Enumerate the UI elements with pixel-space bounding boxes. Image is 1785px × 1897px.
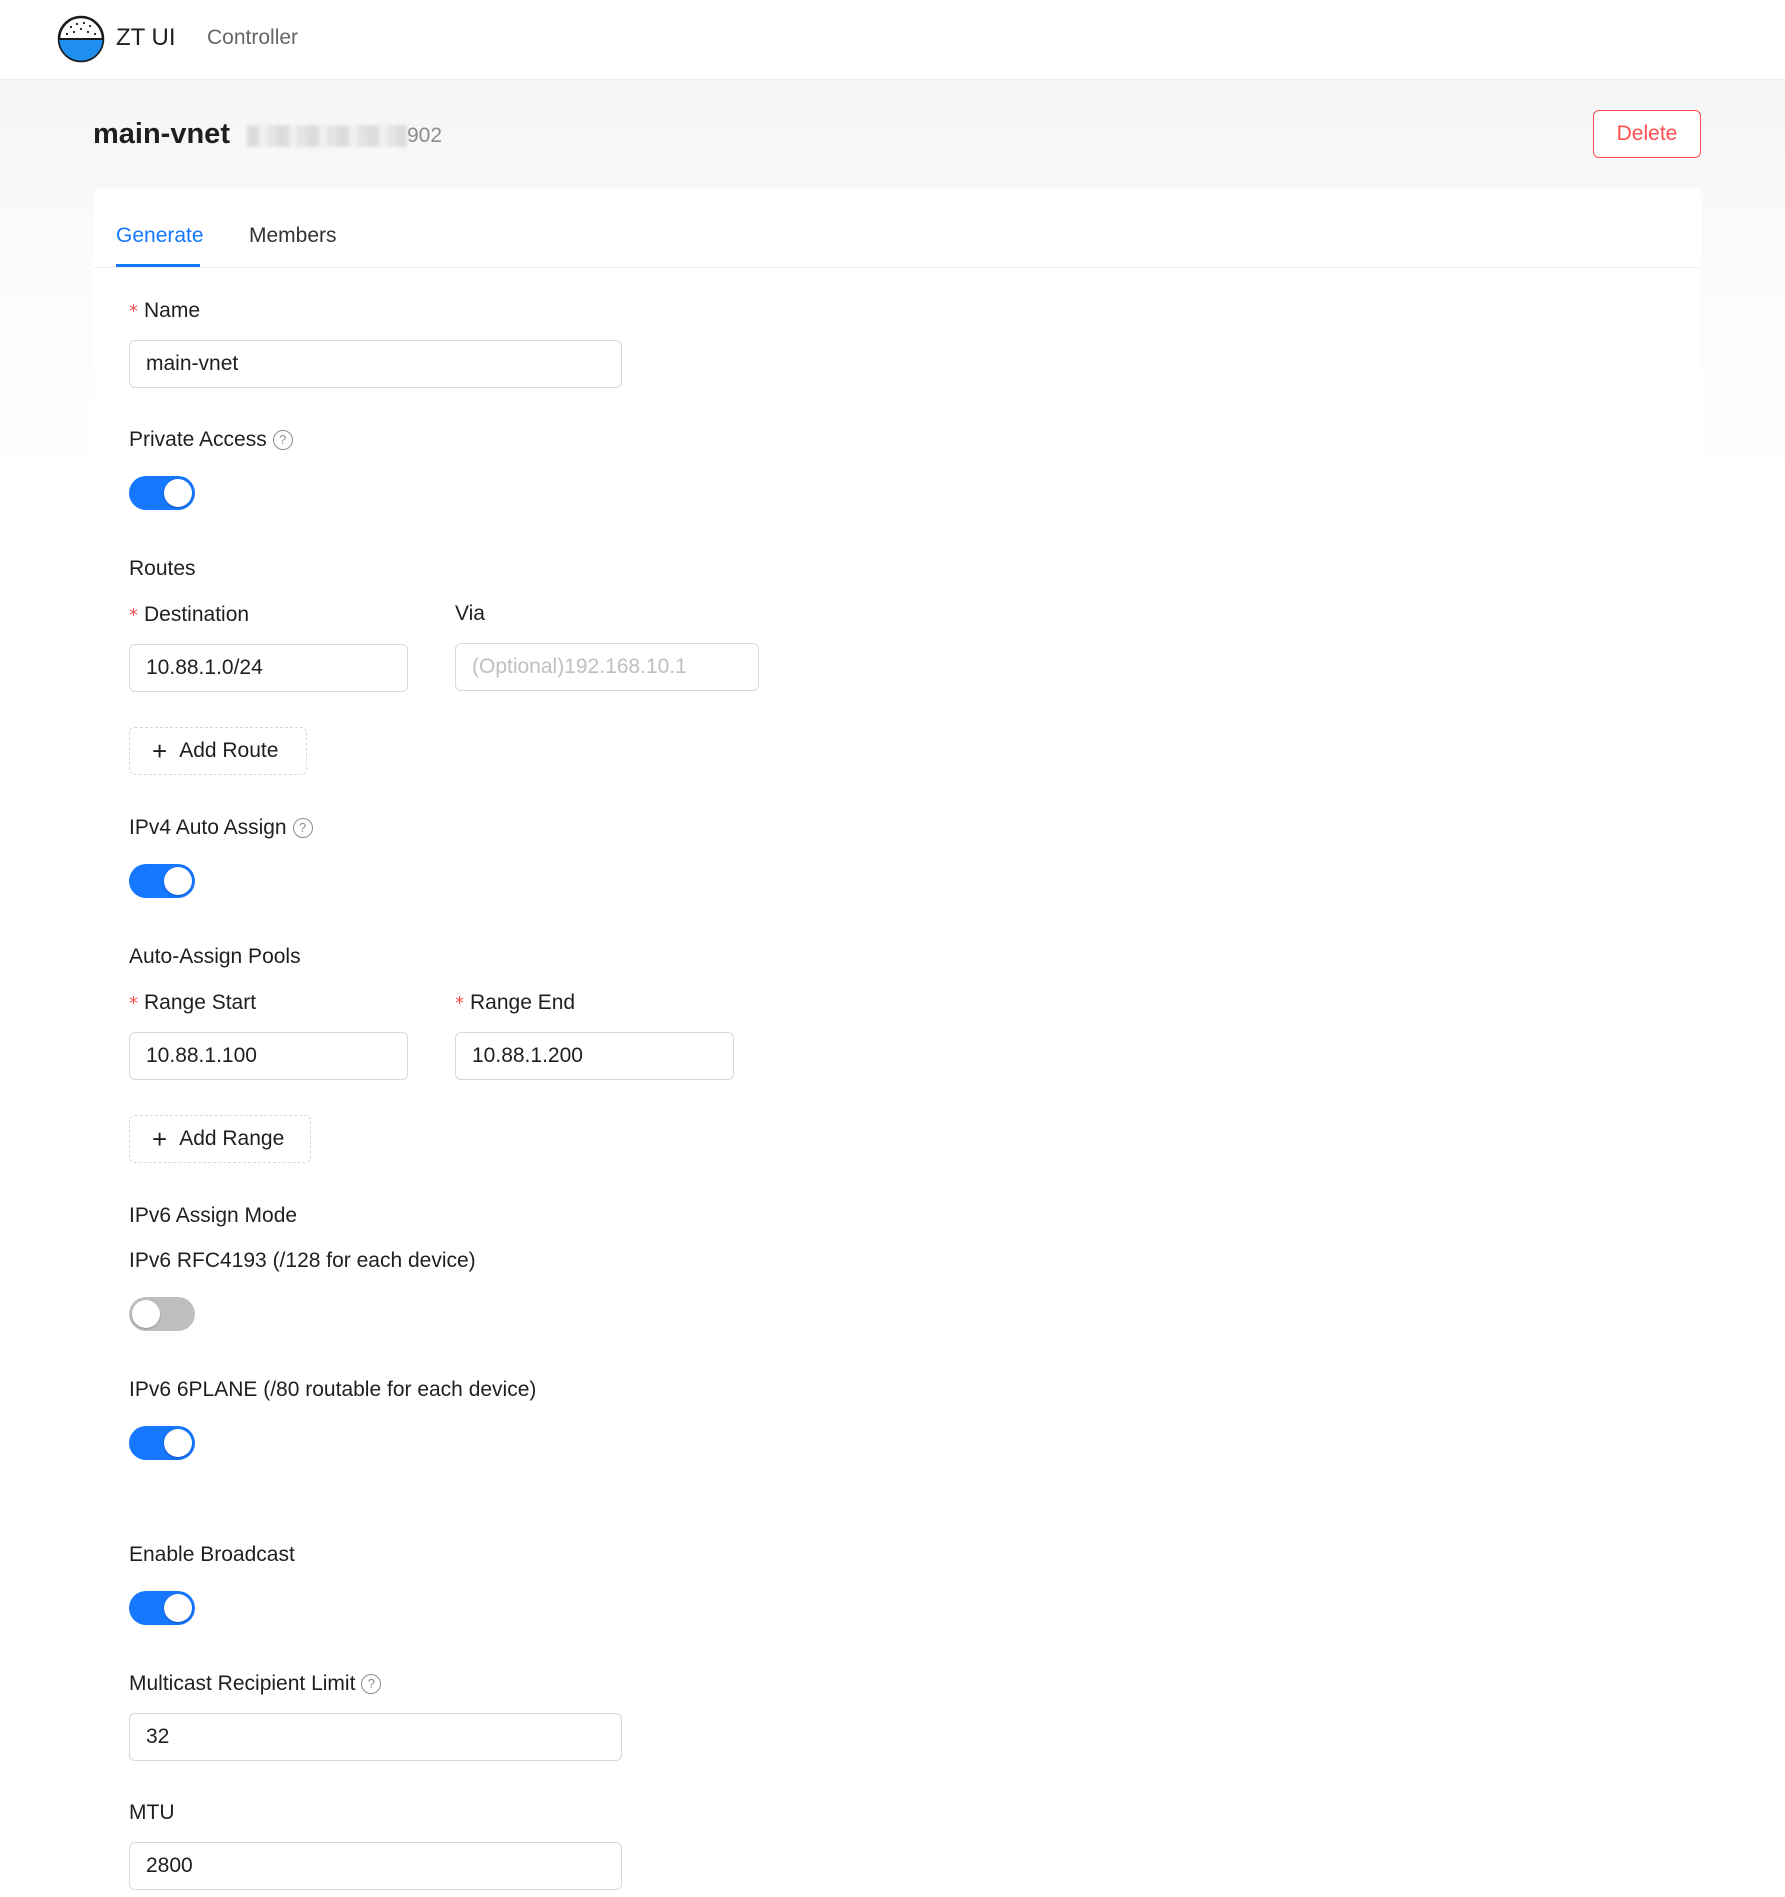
multicast-limit-input[interactable]: [129, 1713, 622, 1761]
range-end-input[interactable]: [455, 1032, 734, 1080]
tab-generate[interactable]: Generate: [116, 224, 204, 248]
active-tab-indicator: [116, 264, 200, 267]
network-id-suffix: 902: [407, 124, 443, 147]
top-navbar: ZT UI Controller: [0, 0, 1785, 80]
via-label: Via: [455, 602, 485, 625]
redacted-id-prefix: [247, 125, 407, 148]
network-id: 902: [247, 124, 442, 148]
brand-name: ZT UI: [116, 24, 176, 51]
page-title: main-vnet: [93, 118, 230, 150]
multicast-limit-label: Multicast Recipient Limit?: [129, 1672, 382, 1696]
multicast-limit-label-text: Multicast Recipient Limit: [129, 1672, 356, 1695]
range-start-input[interactable]: [129, 1032, 408, 1080]
name-label-text: Name: [144, 299, 201, 322]
logo-icon: [57, 15, 105, 63]
name-input[interactable]: [129, 340, 622, 388]
destination-label: * Destination: [129, 603, 249, 627]
required-mark: *: [129, 993, 138, 1014]
tab-bar: Generate Members: [93, 188, 1701, 268]
range-end-label-text: Range End: [470, 991, 576, 1014]
question-circle-icon[interactable]: ?: [292, 818, 313, 838]
private-access-label-text: Private Access: [129, 428, 267, 451]
routes-section-label: Routes: [129, 557, 196, 580]
nav-controller-link[interactable]: Controller: [207, 26, 298, 50]
ipv4-auto-assign-label: IPv4 Auto Assign?: [129, 816, 313, 840]
mtu-label: MTU: [129, 1801, 175, 1824]
add-range-label: Add Range: [179, 1127, 285, 1150]
name-label: * Name: [129, 299, 200, 323]
ipv6-assign-mode-label: IPv6 Assign Mode: [129, 1204, 298, 1227]
ipv6-rfc4193-label: IPv6 RFC4193 (/128 for each device): [129, 1249, 476, 1272]
toggle-knob: [164, 479, 192, 507]
delete-network-button[interactable]: Delete: [1593, 110, 1701, 158]
ipv4-auto-assign-label-text: IPv4 Auto Assign: [129, 816, 287, 839]
tab-members[interactable]: Members: [249, 224, 337, 248]
add-route-button[interactable]: + Add Route: [129, 727, 307, 775]
destination-label-text: Destination: [144, 603, 250, 626]
private-access-toggle[interactable]: [129, 476, 195, 510]
mtu-input[interactable]: [129, 1842, 622, 1890]
private-access-label: Private Access?: [129, 428, 293, 452]
ipv6-rfc4193-toggle[interactable]: [129, 1297, 195, 1331]
required-mark: *: [129, 605, 138, 626]
toggle-knob: [164, 1429, 192, 1457]
toggle-knob: [164, 867, 192, 895]
route-via-input[interactable]: [455, 643, 759, 691]
ipv6-6plane-label: IPv6 6PLANE (/80 routable for each devic…: [129, 1378, 537, 1401]
required-mark: *: [129, 301, 138, 322]
ipv6-6plane-toggle[interactable]: [129, 1426, 195, 1460]
enable-broadcast-toggle[interactable]: [129, 1591, 195, 1625]
question-circle-icon[interactable]: ?: [361, 1674, 382, 1694]
route-destination-input[interactable]: [129, 644, 408, 692]
question-circle-icon[interactable]: ?: [272, 430, 293, 450]
range-start-label-text: Range Start: [144, 991, 257, 1014]
enable-broadcast-label: Enable Broadcast: [129, 1543, 295, 1566]
add-route-label: Add Route: [179, 739, 279, 762]
plus-icon: +: [152, 736, 168, 766]
ipv4-auto-assign-toggle[interactable]: [129, 864, 195, 898]
required-mark: *: [455, 993, 464, 1014]
range-end-label: * Range End: [455, 991, 575, 1015]
plus-icon: +: [152, 1124, 168, 1154]
auto-assign-pools-label: Auto-Assign Pools: [129, 945, 301, 968]
range-start-label: * Range Start: [129, 991, 256, 1015]
network-settings-card: Generate Members * Name Private Access? R…: [93, 188, 1701, 1897]
toggle-knob: [164, 1594, 192, 1622]
add-range-button[interactable]: + Add Range: [129, 1115, 311, 1163]
toggle-knob: [132, 1300, 160, 1328]
